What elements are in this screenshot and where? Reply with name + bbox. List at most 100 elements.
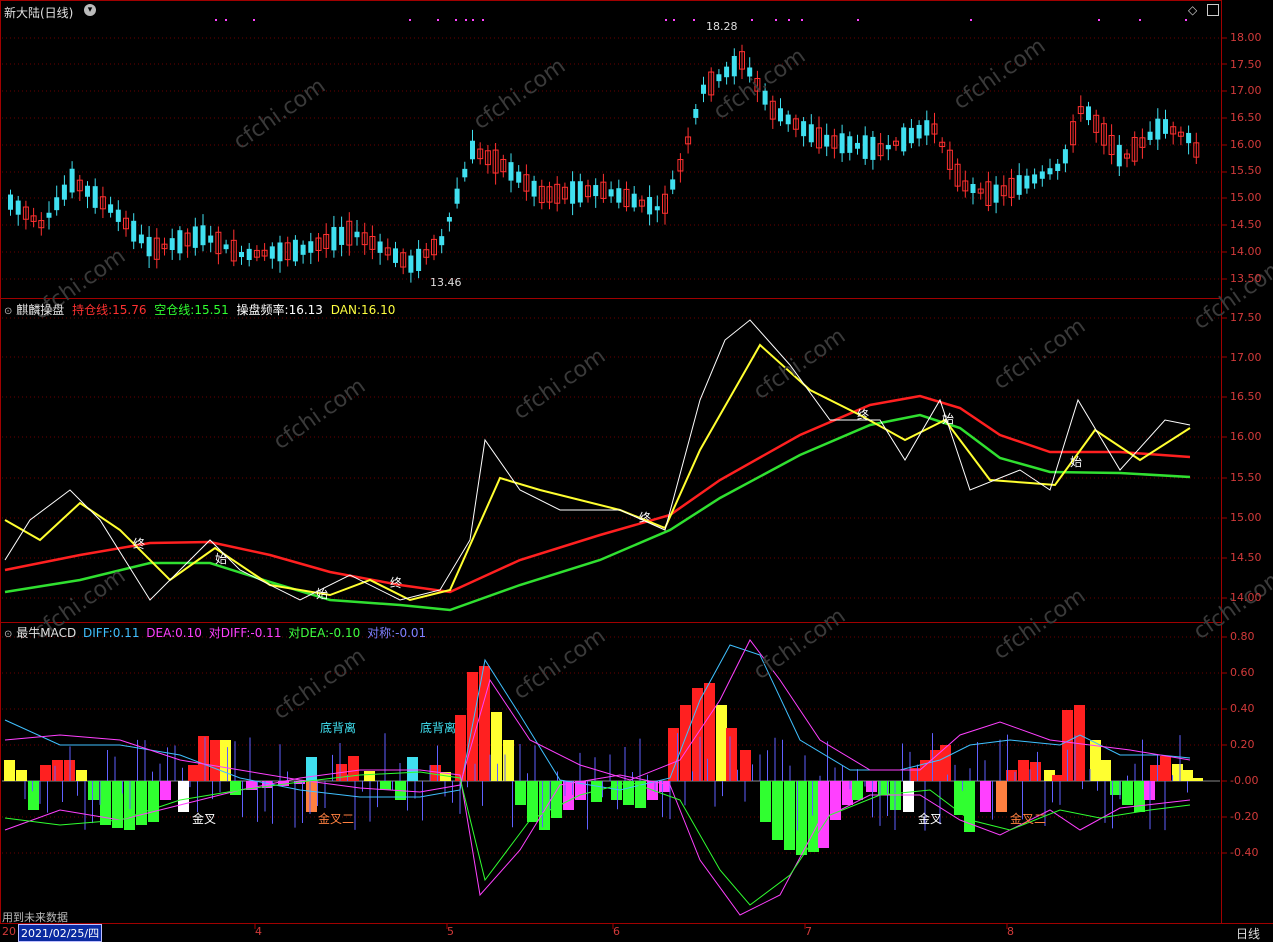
candle-body bbox=[108, 204, 114, 213]
candle-body bbox=[885, 144, 891, 150]
candle-body bbox=[138, 234, 144, 244]
legend-value: 0.10 bbox=[175, 626, 202, 640]
candle-body bbox=[292, 239, 298, 262]
macd-bar bbox=[527, 781, 538, 822]
candle-body bbox=[277, 242, 283, 262]
macd-bar bbox=[136, 781, 147, 825]
macd-bar bbox=[1134, 781, 1145, 812]
candle-body bbox=[701, 84, 706, 94]
macd-bar bbox=[740, 750, 751, 781]
legend-label: 对DIFF: bbox=[208, 626, 251, 640]
candle-body bbox=[724, 66, 730, 78]
candle-body bbox=[15, 200, 21, 215]
candle-body bbox=[85, 185, 90, 197]
candle-body bbox=[516, 171, 522, 183]
signal-dot bbox=[693, 19, 695, 21]
signal-dot bbox=[801, 19, 803, 21]
candle-body bbox=[200, 225, 206, 246]
candle-body bbox=[1163, 119, 1168, 134]
diamond-icon[interactable]: ◇ bbox=[1188, 3, 1197, 17]
candle-body bbox=[439, 236, 445, 246]
macd-bar bbox=[818, 781, 829, 848]
chevron-down-icon[interactable]: ▾ bbox=[84, 4, 96, 16]
candle-body bbox=[1186, 132, 1192, 144]
candle-body bbox=[785, 114, 791, 125]
macd-axis: 0.80 0.60 0.40 0.20 -0.00 -0.20 -0.40 bbox=[1222, 0, 1273, 924]
candle-body bbox=[1062, 149, 1068, 164]
legend-value: -0.01 bbox=[395, 626, 427, 640]
candle-body bbox=[177, 230, 183, 254]
legend-label: 操盘频率: bbox=[236, 303, 289, 317]
period-button[interactable]: 日线 bbox=[1236, 925, 1260, 942]
candle-body bbox=[808, 124, 814, 143]
signal-dot bbox=[472, 19, 474, 21]
macd-bar bbox=[842, 781, 853, 805]
macd-bar bbox=[1030, 762, 1041, 781]
signal-marker: 终 bbox=[639, 511, 652, 525]
macd-bar bbox=[623, 781, 634, 805]
legend-value: 16.13 bbox=[288, 303, 323, 317]
stock-title: 新大陆(日线) bbox=[4, 6, 74, 20]
signal-dot bbox=[775, 19, 777, 21]
macd-legend: ⊙ 最牛MACD DIFF:0.11 DEA:0.10 对DIFF:-0.11 … bbox=[4, 626, 427, 640]
candle-body bbox=[269, 246, 275, 259]
candle-body bbox=[169, 238, 175, 251]
cross-label: 金叉二 bbox=[1010, 812, 1047, 826]
chart-canvas[interactable]: cfchi.com cfchi.com cfchi.com cfchi.com cfch… bbox=[0, 0, 1273, 939]
macd-bar bbox=[16, 770, 27, 781]
candle-body bbox=[870, 136, 876, 160]
signal-dot bbox=[788, 19, 790, 21]
macd-bar bbox=[306, 781, 317, 812]
y-label: -0.40 bbox=[1230, 846, 1259, 859]
watermark: cfchi.com bbox=[509, 344, 610, 425]
candle-body bbox=[377, 241, 383, 253]
high-price-label: 18.28 bbox=[706, 20, 738, 33]
candle-body bbox=[146, 236, 152, 257]
candle-body bbox=[924, 120, 930, 136]
legend-label: DEA: bbox=[146, 626, 176, 640]
macd-bar bbox=[1150, 765, 1161, 781]
signal-dot bbox=[970, 19, 972, 21]
macd-bar bbox=[1160, 756, 1171, 781]
macd-bar bbox=[784, 781, 795, 850]
legend-value: 15.51 bbox=[194, 303, 229, 317]
y-label: 0.80 bbox=[1230, 630, 1255, 643]
legend-value: 0.11 bbox=[112, 626, 140, 640]
legend-label: 空仓线: bbox=[154, 303, 195, 317]
candle-body bbox=[862, 135, 868, 159]
candle-body bbox=[1086, 106, 1091, 121]
month-label: 5 bbox=[447, 925, 454, 938]
candle-body bbox=[1055, 163, 1061, 172]
signal-dot bbox=[1139, 19, 1141, 21]
future-data-note: 用到未来数据 bbox=[2, 911, 68, 924]
macd-bar bbox=[1052, 775, 1063, 781]
candle-body bbox=[824, 134, 830, 147]
candle-body bbox=[531, 180, 537, 197]
candle-body bbox=[647, 196, 653, 215]
signal-marker: 终 bbox=[857, 408, 870, 422]
signal-marker: 始 bbox=[215, 552, 228, 566]
macd-bar bbox=[76, 770, 87, 781]
candle-body bbox=[331, 227, 337, 251]
watermark: cfchi.com bbox=[949, 34, 1050, 115]
y-label: 0.20 bbox=[1230, 738, 1255, 751]
candle-body bbox=[839, 133, 845, 154]
macd-bar bbox=[551, 781, 562, 818]
date-cursor[interactable]: 2021/02/25/四 bbox=[18, 924, 103, 942]
candle-body bbox=[731, 55, 737, 77]
macd-bar bbox=[160, 781, 171, 800]
candle-body bbox=[339, 226, 345, 245]
macd-bar bbox=[4, 760, 15, 781]
candle-body bbox=[69, 168, 75, 193]
candle-body bbox=[192, 226, 198, 248]
macd-bar bbox=[430, 765, 441, 781]
legend-label: 对称: bbox=[367, 626, 396, 640]
macd-bar bbox=[716, 705, 727, 781]
minimize-icon[interactable] bbox=[1207, 4, 1219, 16]
date-prefix: 20 bbox=[2, 925, 16, 938]
candle-body bbox=[654, 206, 660, 211]
month-label: 4 bbox=[255, 925, 262, 938]
cross-label: 金叉二 bbox=[318, 812, 355, 826]
candle-body bbox=[46, 212, 52, 218]
month-label: 8 bbox=[1007, 925, 1014, 938]
